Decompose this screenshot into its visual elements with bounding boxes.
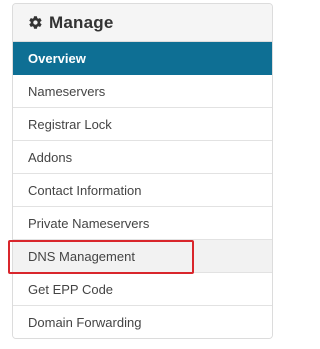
menu-item-nameservers[interactable]: Nameservers xyxy=(13,75,272,108)
menu-item-overview[interactable]: Overview xyxy=(13,42,272,75)
menu-item-addons[interactable]: Addons xyxy=(13,141,272,174)
menu-item-get-epp-code[interactable]: Get EPP Code xyxy=(13,273,272,306)
manage-menu: Overview Nameservers Registrar Lock Addo… xyxy=(13,42,272,338)
manage-panel: Manage Overview Nameservers Registrar Lo… xyxy=(12,3,273,339)
menu-item-registrar-lock[interactable]: Registrar Lock xyxy=(13,108,272,141)
menu-item-dns-management[interactable]: DNS Management xyxy=(13,240,272,273)
menu-item-domain-forwarding[interactable]: Domain Forwarding xyxy=(13,306,272,338)
panel-title: Manage xyxy=(49,12,114,32)
menu-item-contact-information[interactable]: Contact Information xyxy=(13,174,272,207)
menu-item-private-nameservers[interactable]: Private Nameservers xyxy=(13,207,272,240)
gear-icon xyxy=(27,15,43,31)
panel-header: Manage xyxy=(13,4,272,42)
